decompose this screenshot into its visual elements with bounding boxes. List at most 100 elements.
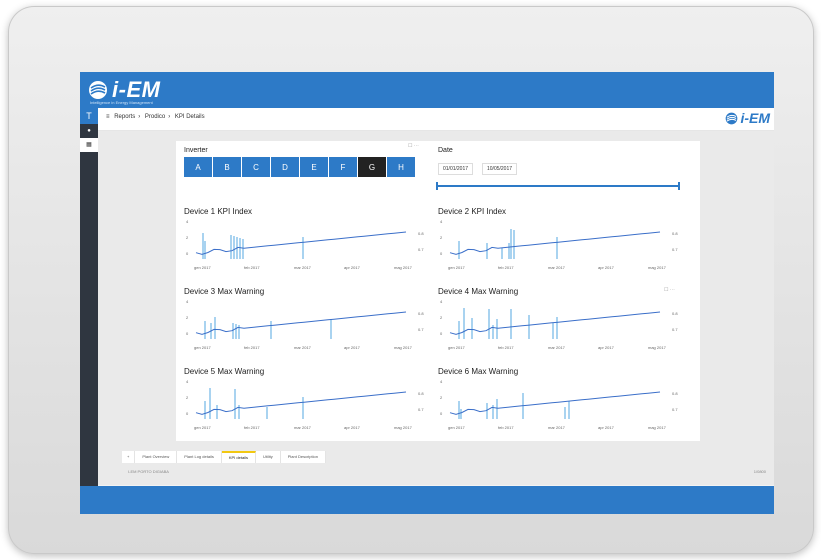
focus-mode-icon[interactable]: ☐ ⋯ <box>408 143 419 149</box>
x-tick-label: mar 2017 <box>294 425 312 430</box>
chart-device-2[interactable]: 4 2 0 0.8 0.7 gen 2017 feb 2017 mar 2017 apr 201… <box>438 217 686 273</box>
chart-title: Device 2 KPI Index <box>438 207 507 216</box>
breadcrumb-item-prodico[interactable]: Prodico <box>145 114 165 120</box>
chart-line <box>195 311 407 335</box>
inverter-button-d[interactable]: D <box>271 157 299 177</box>
chart-bar <box>239 238 241 259</box>
chart-device-6[interactable]: 4 2 0 0.8 0.7 gen 2017 feb 2017 mar 2017 apr 201… <box>438 377 686 433</box>
chart-bar <box>202 233 204 259</box>
y2-tick-label: 0.7 <box>418 327 424 332</box>
y-tick-label: 0 <box>440 331 443 336</box>
x-tick-label: gen 2017 <box>448 425 465 430</box>
date-range-slider[interactable] <box>436 182 680 190</box>
y-tick-label: 4 <box>186 219 189 224</box>
x-tick-label: mag 2017 <box>394 425 413 430</box>
menu-icon[interactable]: ≡ <box>106 114 110 120</box>
chart-line <box>195 231 407 255</box>
home-icon[interactable]: ● <box>80 124 98 138</box>
inverter-button-g[interactable]: G <box>358 157 386 177</box>
logo-icon <box>726 112 738 124</box>
chart-bar <box>204 401 206 419</box>
screen: i-EM Intelligence in Energy Management T… <box>80 72 774 514</box>
tab-plant-overview[interactable]: Plant Overview <box>135 451 178 463</box>
chart-bar <box>458 401 460 419</box>
inverter-button-f[interactable]: F <box>329 157 357 177</box>
inverter-button-a[interactable]: A <box>184 157 212 177</box>
chart-bar <box>488 309 490 339</box>
breadcrumb-item-kpi: KPI Details <box>174 114 205 120</box>
x-tick-label: feb 2017 <box>244 265 260 270</box>
chart-device-4[interactable]: 4 2 0 0.8 0.7 gen 2017 feb 2017 mar 2017 apr 201… <box>438 297 686 353</box>
chart-line <box>195 391 407 415</box>
bottom-bar <box>80 486 774 514</box>
inverter-button-b[interactable]: B <box>213 157 241 177</box>
chart-bar <box>270 321 272 339</box>
inverter-button-h[interactable]: H <box>387 157 415 177</box>
chart-bar <box>564 407 566 419</box>
y-tick-label: 2 <box>186 395 189 400</box>
x-tick-label: mar 2017 <box>548 265 566 270</box>
chart-bar <box>510 229 512 259</box>
tab-utility[interactable]: Utility <box>256 451 281 463</box>
breadcrumb-separator: › <box>168 114 171 120</box>
chart-line <box>449 391 661 415</box>
chart-line <box>449 311 661 335</box>
inverter-button-e[interactable]: E <box>300 157 328 177</box>
x-tick-label: apr 2017 <box>344 345 361 350</box>
report-canvas: ☐ ⋯ Inverter A B C D E F G H Date 01/01/… <box>98 131 774 485</box>
chart-bar <box>234 389 236 419</box>
x-tick-label: mar 2017 <box>294 265 312 270</box>
chart-title: Device 4 Max Warning <box>438 287 519 296</box>
chart-bar <box>528 315 530 339</box>
x-tick-label: feb 2017 <box>498 425 514 430</box>
tab-plant-description[interactable]: Plant Description <box>281 451 326 463</box>
chart-device-1[interactable]: 4 2 0 0.8 0.7 gen 2017 feb 2017 mar 2017 apr 201… <box>184 217 432 273</box>
x-tick-label: apr 2017 <box>344 425 361 430</box>
add-page-icon[interactable]: + <box>122 451 136 463</box>
x-tick-label: mag 2017 <box>648 425 667 430</box>
x-tick-label: apr 2017 <box>598 265 615 270</box>
x-tick-label: gen 2017 <box>448 265 465 270</box>
chart-device-5[interactable]: 4 2 0 0.8 0.7 gen 2017 feb 2017 mar 2017 apr 201… <box>184 377 432 433</box>
grid-icon[interactable]: ▦ <box>80 138 98 152</box>
x-tick-label: mag 2017 <box>648 345 667 350</box>
x-tick-label: mag 2017 <box>648 265 667 270</box>
chart-bar <box>501 248 503 259</box>
chart-bar <box>471 318 473 339</box>
tab-plant-log-details[interactable]: Plant Log details <box>177 451 222 463</box>
y-tick-label: 4 <box>440 299 443 304</box>
chart-bar <box>458 241 460 259</box>
chart-bar <box>556 317 558 339</box>
breadcrumb: ≡ Reports › Prodico › KPI Details <box>106 114 208 120</box>
chart-bar <box>460 409 462 419</box>
chart-bar <box>508 243 510 259</box>
y-tick-label: 2 <box>186 235 189 240</box>
x-tick-label: gen 2017 <box>448 345 465 350</box>
chart-title: Device 3 Max Warning <box>184 287 265 296</box>
chart-line <box>449 231 661 255</box>
x-tick-label: mar 2017 <box>294 345 312 350</box>
date-to-input[interactable]: 10/05/2017 <box>482 163 518 175</box>
inverter-button-c[interactable]: C <box>242 157 270 177</box>
x-tick-label: gen 2017 <box>194 265 211 270</box>
y-tick-label: 4 <box>440 379 443 384</box>
chart-bar <box>302 237 304 259</box>
chart-bar <box>556 237 558 259</box>
chart-title: Device 1 KPI Index <box>184 207 253 216</box>
x-tick-label: apr 2017 <box>598 425 615 430</box>
breadcrumb-item-reports[interactable]: Reports <box>114 114 135 120</box>
y2-tick-label: 0.7 <box>672 407 678 412</box>
focus-mode-icon[interactable]: ☐ ⋯ <box>664 287 675 293</box>
slider-handle-start[interactable] <box>436 182 438 190</box>
tab-kpi-details[interactable]: KPI details <box>221 451 256 463</box>
y-tick-label: 0 <box>440 251 443 256</box>
chart-device-3[interactable]: 4 2 0 0.8 0.7 gen 2017 feb 2017 mar 2017 apr 201… <box>184 297 432 353</box>
date-from-input[interactable]: 01/01/2017 <box>438 163 474 175</box>
x-tick-label: feb 2017 <box>498 265 514 270</box>
chart-bar <box>235 324 237 339</box>
slider-handle-end[interactable] <box>678 182 680 190</box>
nav-top-item[interactable]: T <box>80 108 98 124</box>
chart-bar <box>302 397 304 419</box>
chart-bar <box>458 321 460 339</box>
chart-bar <box>204 241 206 259</box>
